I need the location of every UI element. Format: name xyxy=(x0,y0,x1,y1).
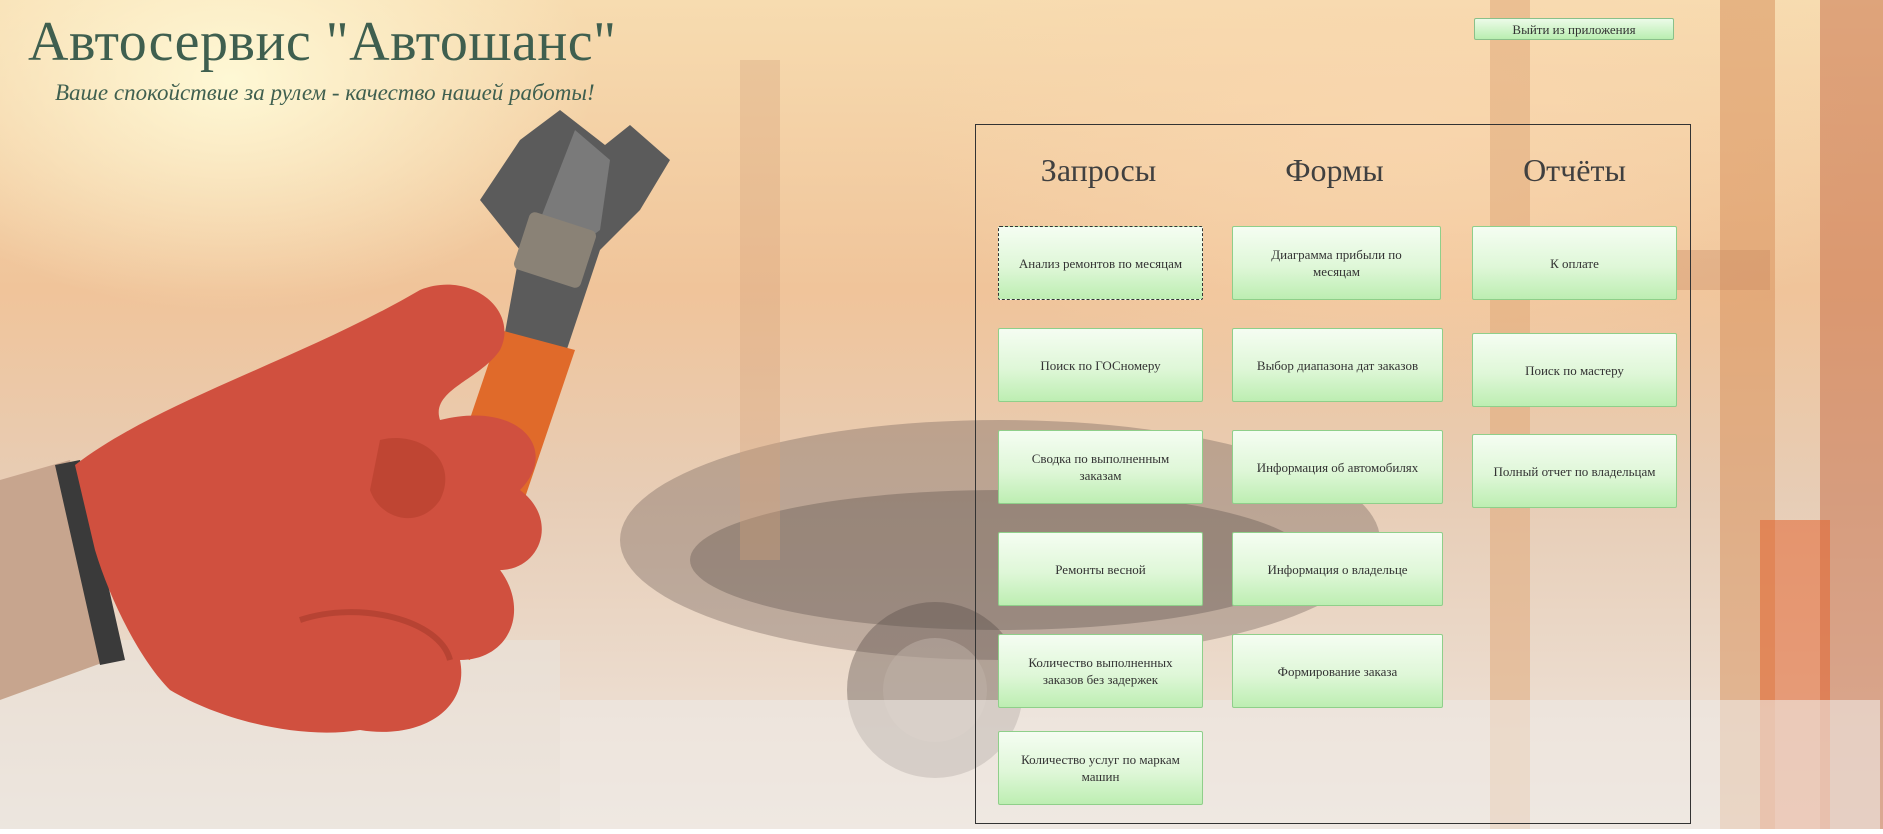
form-owner-info-button[interactable]: Информация о владельце xyxy=(1232,532,1443,606)
form-profit-chart-button[interactable]: Диаграмма прибыли по месяцам xyxy=(1232,226,1441,300)
report-to-pay-button[interactable]: К оплате xyxy=(1472,226,1677,300)
query-spring-repairs-button[interactable]: Ремонты весной xyxy=(998,532,1203,606)
query-repairs-by-month-button[interactable]: Анализ ремонтов по месяцам xyxy=(998,226,1203,300)
query-search-by-plate-button[interactable]: Поиск по ГОСномеру xyxy=(998,328,1203,402)
form-create-order-button[interactable]: Формирование заказа xyxy=(1232,634,1443,708)
exit-app-button[interactable]: Выйти из приложения xyxy=(1474,18,1674,40)
query-on-time-orders-count-button[interactable]: Количество выполненных заказов без задер… xyxy=(998,634,1203,708)
reports-heading: Отчёты xyxy=(1523,152,1626,188)
app-slogan: Ваше спокойствие за рулем - качество наш… xyxy=(55,80,595,105)
query-completed-orders-summary-button[interactable]: Сводка по выполненным заказам xyxy=(998,430,1203,504)
hand-with-wrench-image xyxy=(0,100,700,829)
forms-heading: Формы xyxy=(1285,152,1384,188)
queries-heading: Запросы xyxy=(1040,152,1157,188)
form-order-date-range-button[interactable]: Выбор диапазона дат заказов xyxy=(1232,328,1443,402)
query-services-by-make-button[interactable]: Количество услуг по маркам машин xyxy=(998,731,1203,805)
report-search-by-master-button[interactable]: Поиск по мастеру xyxy=(1472,333,1677,407)
app-title: Автосервис "Автошанс" xyxy=(28,11,617,73)
report-owners-full-button[interactable]: Полный отчет по владельцам xyxy=(1472,434,1677,508)
form-car-info-button[interactable]: Информация об автомобилях xyxy=(1232,430,1443,504)
